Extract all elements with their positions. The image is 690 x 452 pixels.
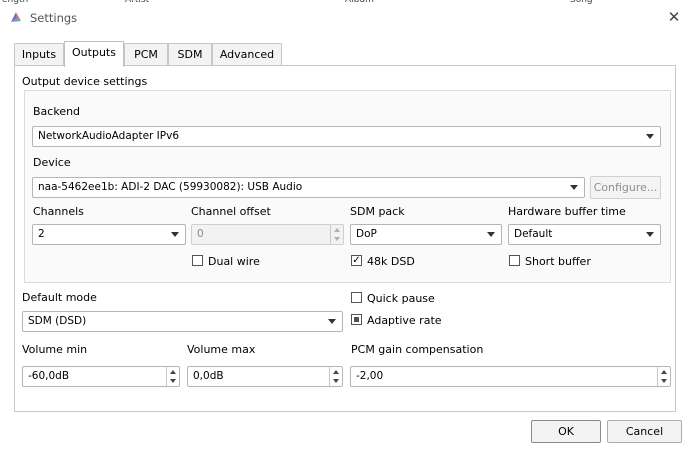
- quick-pause-checkbox[interactable]: [351, 292, 362, 303]
- spin-arrows-icon[interactable]: [329, 367, 342, 386]
- spin-arrows-icon[interactable]: [657, 367, 670, 386]
- cancel-button[interactable]: Cancel: [607, 420, 682, 443]
- tab-advanced[interactable]: Advanced: [212, 43, 282, 65]
- chevron-down-icon: [646, 232, 654, 237]
- quick-pause-label: Quick pause: [367, 292, 435, 305]
- dual-wire-label: Dual wire: [208, 255, 260, 268]
- sdm-pack-select[interactable]: DoP: [350, 224, 502, 245]
- pcm-gain-value: -2,00: [356, 370, 384, 382]
- group-title: Output device settings: [22, 75, 148, 88]
- volume-max-label: Volume max: [187, 343, 256, 356]
- tab-inputs[interactable]: Inputs: [14, 43, 64, 65]
- channels-select[interactable]: 2: [32, 224, 186, 245]
- backend-select[interactable]: NetworkAudioAdapter IPv6: [32, 126, 661, 147]
- volume-max-value: 0,0dB: [193, 370, 224, 382]
- default-mode-value: SDM (DSD): [28, 315, 87, 327]
- configure-button[interactable]: Configure...: [590, 176, 661, 199]
- dual-wire-checkbox[interactable]: [192, 255, 203, 266]
- channels-label: Channels: [33, 205, 84, 218]
- sdm-pack-value: DoP: [356, 228, 377, 240]
- default-mode-label: Default mode: [22, 291, 97, 304]
- backend-label: Backend: [33, 105, 81, 118]
- channel-offset-spinbox[interactable]: 0: [191, 224, 344, 245]
- channel-offset-value: 0: [197, 228, 204, 240]
- chevron-down-icon: [328, 319, 336, 324]
- default-mode-select[interactable]: SDM (DSD): [22, 311, 343, 332]
- tab-sdm[interactable]: SDM: [168, 43, 212, 65]
- sdm-pack-label: SDM pack: [350, 205, 405, 218]
- volume-max-spinbox[interactable]: 0,0dB: [187, 366, 343, 387]
- spin-arrows-icon[interactable]: [330, 225, 343, 244]
- short-buffer-label: Short buffer: [525, 255, 591, 268]
- channels-value: 2: [38, 228, 45, 240]
- backend-value: NetworkAudioAdapter IPv6: [38, 130, 180, 142]
- checkmark-icon: ✓: [352, 255, 361, 266]
- ok-button[interactable]: OK: [531, 420, 601, 443]
- hw-buffer-label: Hardware buffer time: [508, 205, 626, 218]
- adaptive-rate-label: Adaptive rate: [367, 314, 442, 327]
- app-logo-icon: [11, 12, 21, 22]
- channel-offset-label: Channel offset: [191, 205, 271, 218]
- volume-min-value: -60,0dB: [28, 370, 70, 382]
- pcm-gain-label: PCM gain compensation: [351, 343, 484, 356]
- hw-buffer-select[interactable]: Default: [508, 224, 661, 245]
- short-buffer-checkbox[interactable]: [509, 255, 520, 266]
- device-label: Device: [33, 156, 71, 169]
- adaptive-rate-checkbox[interactable]: [351, 314, 362, 325]
- title-bar: [0, 4, 690, 34]
- chevron-down-icon: [646, 134, 654, 139]
- volume-min-label: Volume min: [22, 343, 88, 356]
- hw-buffer-value: Default: [514, 228, 553, 240]
- window-title: Settings: [30, 11, 78, 25]
- pcm-gain-spinbox[interactable]: -2,00: [350, 366, 671, 387]
- tab-outputs[interactable]: Outputs: [64, 41, 124, 67]
- device-value: naa-5462ee1b: ADI-2 DAC (59930082): USB …: [38, 181, 303, 193]
- volume-min-spinbox[interactable]: -60,0dB: [22, 366, 180, 387]
- device-select[interactable]: naa-5462ee1b: ADI-2 DAC (59930082): USB …: [32, 177, 585, 198]
- dsd48k-checkbox[interactable]: ✓: [351, 255, 362, 266]
- chevron-down-icon: [171, 232, 179, 237]
- chevron-down-icon: [487, 232, 495, 237]
- tab-pcm[interactable]: PCM: [124, 43, 168, 65]
- spin-arrows-icon[interactable]: [166, 367, 179, 386]
- close-icon[interactable]: ✕: [664, 7, 684, 27]
- chevron-down-icon: [570, 185, 578, 190]
- dsd48k-label: 48k DSD: [367, 255, 415, 268]
